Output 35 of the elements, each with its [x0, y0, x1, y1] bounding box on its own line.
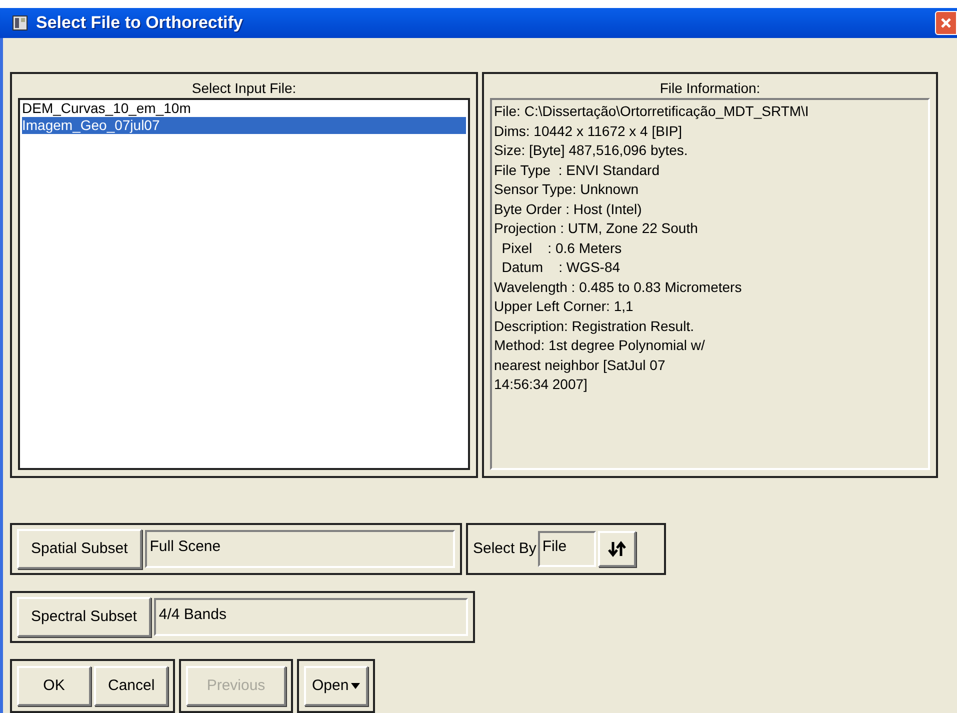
spatial-subset-field: Full Scene [144, 530, 455, 568]
info-line: Pixel : 0.6 Meters [500, 238, 623, 258]
info-line: Projection : UTM, Zone 22 South [494, 219, 699, 238]
dialog-button[interactable]: OK [17, 666, 91, 706]
info-line: nearest neighbor [SatJul 07 [494, 356, 666, 375]
file-list-item[interactable]: Imagem_Geo_07jul07 [22, 117, 466, 134]
info-line: Sensor Type: Unknown [494, 180, 640, 199]
select-by-label: Select By [473, 538, 536, 559]
window-icon [12, 15, 28, 31]
sort-button[interactable] [598, 531, 636, 567]
info-line: 14:56:34 2007] [494, 375, 588, 394]
panel-title: Select Input File: [190, 79, 298, 98]
info-line: Method: 1st degree Polynomial w/ [494, 336, 706, 355]
info-line: Datum : WGS-84 [500, 258, 622, 277]
info-line: Size: [Byte] 487,516,096 bytes. [494, 141, 689, 160]
info-line: File Type : ENVI Standard [494, 160, 660, 180]
close-icon [940, 17, 952, 29]
sort-arrows-icon [608, 540, 626, 558]
info-line: Byte Order : Host (Intel) [494, 200, 643, 219]
dialog-button[interactable]: Cancel [94, 666, 168, 706]
panel-title: File Information: [658, 79, 762, 98]
file-list-item[interactable]: DEM_Curvas_10_em_10m [22, 100, 466, 117]
info-line: Dims: 10442 x 11672 x 4 [BIP] [494, 122, 684, 141]
open-button[interactable]: Open [304, 666, 368, 706]
info-line: Wavelength : 0.485 to 0.83 Micrometers [494, 278, 743, 297]
info-line: Upper Left Corner: 1,1 [494, 297, 634, 316]
spectral-subset-button[interactable]: Spectral Subset [17, 597, 151, 637]
info-line: File: C:\Dissertação\Ortorretificação_MDT_SRTM\I [494, 102, 810, 121]
select-by-field: File [538, 531, 596, 567]
spatial-subset-button[interactable]: Spatial Subset [17, 529, 142, 569]
close-button[interactable] [935, 11, 957, 35]
info-line: Description: Registration Result. [494, 316, 695, 336]
spectral-subset-field: 4/4 Bands [154, 598, 468, 636]
dropdown-caret-icon [350, 683, 360, 689]
window-title: Select File to Orthorectify [36, 12, 243, 34]
